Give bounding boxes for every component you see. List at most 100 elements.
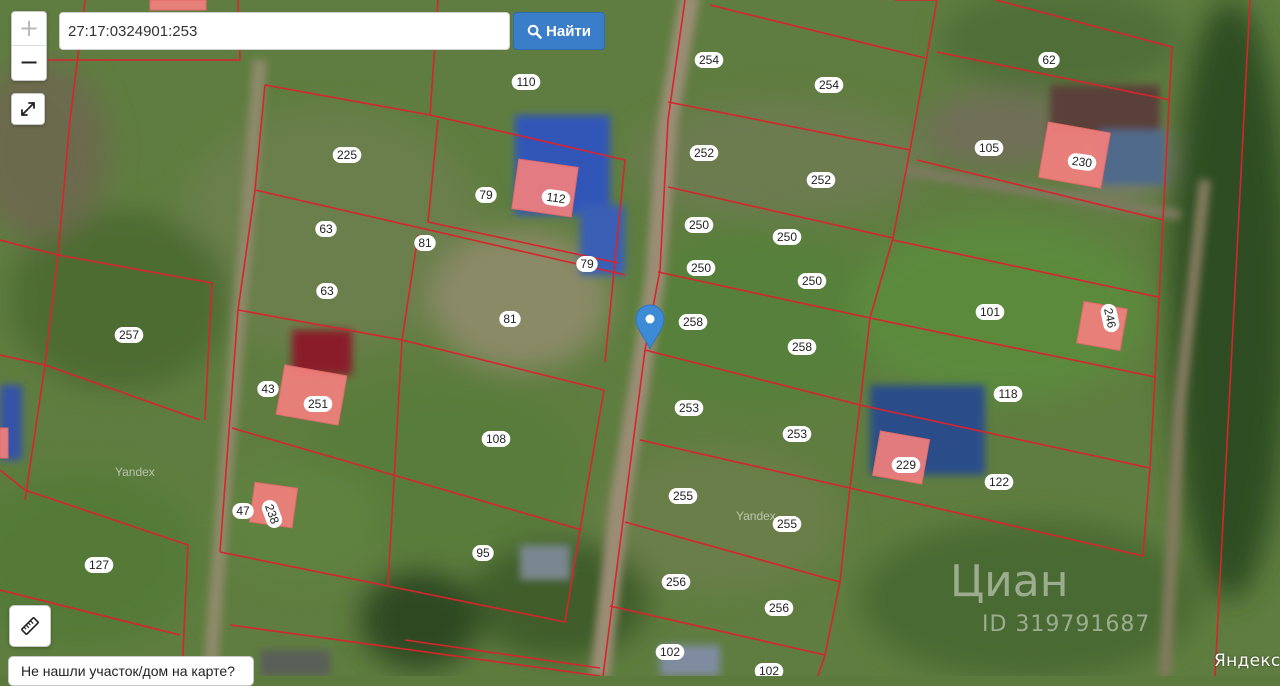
svg-text:255: 255	[777, 517, 797, 531]
svg-text:258: 258	[683, 315, 703, 329]
cian-watermark: Циан ID 319791687	[950, 556, 1151, 638]
search-button-label: Найти	[546, 22, 591, 40]
zoom-out-button[interactable]: −	[12, 46, 46, 79]
parcel-label-250[interactable]: 250	[797, 273, 827, 289]
parcel-label-257[interactable]: 257	[114, 327, 144, 343]
parcel-label-105[interactable]: 105	[974, 140, 1004, 156]
svg-text:252: 252	[811, 173, 831, 187]
svg-text:79: 79	[479, 188, 493, 202]
svg-text:102: 102	[660, 645, 680, 659]
parcel-label-127[interactable]: 127	[84, 557, 114, 573]
parcel-label-43[interactable]: 43	[257, 381, 279, 397]
expand-icon	[21, 102, 35, 116]
parcel-label-63[interactable]: 63	[316, 283, 338, 299]
parcel-label-252[interactable]: 252	[689, 145, 719, 161]
parcel-label-254[interactable]: 254	[694, 52, 724, 68]
parcel-label-251[interactable]: 251	[303, 396, 333, 412]
svg-text:62: 62	[1042, 53, 1056, 67]
svg-text:251: 251	[308, 397, 328, 411]
parcel-label-79[interactable]: 79	[475, 187, 497, 203]
parcel-label-252[interactable]: 252	[806, 172, 836, 188]
parcel-label-253[interactable]: 253	[674, 400, 704, 416]
svg-text:102: 102	[759, 664, 779, 676]
parcel-label-255[interactable]: 255	[772, 516, 802, 532]
svg-text:250: 250	[777, 230, 797, 244]
svg-text:255: 255	[673, 489, 693, 503]
svg-text:81: 81	[418, 236, 432, 250]
svg-text:257: 257	[119, 328, 139, 342]
parcel-label-102[interactable]: 102	[754, 663, 784, 676]
svg-text:254: 254	[819, 78, 839, 92]
parcel-label-256[interactable]: 256	[661, 574, 691, 590]
parcel-label-250[interactable]: 250	[686, 260, 716, 276]
svg-text:101: 101	[980, 305, 1000, 319]
parcel-label-122[interactable]: 122	[984, 474, 1014, 490]
svg-text:229: 229	[896, 458, 916, 472]
parcel-label-225[interactable]: 225	[332, 147, 362, 163]
not-found-parcel-button[interactable]: Не нашли участок/дом на карте?	[8, 656, 254, 686]
parcel-label-258[interactable]: 258	[787, 339, 817, 355]
parcel-label-95[interactable]: 95	[472, 545, 494, 561]
parcel-label-250[interactable]: 250	[684, 217, 714, 233]
parcel-label-255[interactable]: 255	[668, 488, 698, 504]
svg-text:47: 47	[236, 504, 250, 518]
svg-text:225: 225	[337, 148, 357, 162]
svg-text:118: 118	[998, 387, 1017, 401]
parcel-label-101[interactable]: 101	[975, 304, 1005, 320]
search-icon	[527, 24, 542, 39]
yandex-logo[interactable]: Яндекс	[1214, 651, 1280, 671]
parcel-label-102[interactable]: 102	[655, 644, 685, 660]
svg-text:43: 43	[261, 382, 275, 396]
svg-text:81: 81	[503, 312, 517, 326]
parcel-label-47[interactable]: 47	[232, 503, 254, 519]
building-251	[275, 364, 348, 426]
parcel-label-79[interactable]: 79	[576, 256, 598, 272]
parcel-label-81[interactable]: 81	[499, 311, 521, 327]
building-112	[511, 158, 579, 218]
svg-text:250: 250	[689, 218, 709, 232]
parcel-label-63[interactable]: 63	[315, 221, 337, 237]
parcel-label-81[interactable]: 81	[414, 235, 436, 251]
ruler-icon	[21, 617, 39, 635]
search-button[interactable]: Найти	[513, 12, 605, 50]
svg-text:256: 256	[769, 601, 789, 615]
svg-text:253: 253	[679, 401, 699, 415]
svg-text:63: 63	[320, 284, 334, 298]
svg-text:63: 63	[319, 222, 333, 236]
svg-text:110: 110	[516, 75, 535, 89]
parcel-label-256[interactable]: 256	[764, 600, 794, 616]
svg-text:230: 230	[1071, 154, 1093, 171]
parcel-label-258[interactable]: 258	[678, 314, 708, 330]
parcel-label-253[interactable]: 253	[782, 426, 812, 442]
building-partial-left	[0, 427, 9, 459]
parcel-label-229[interactable]: 229	[891, 457, 921, 473]
svg-text:256: 256	[666, 575, 686, 589]
svg-text:122: 122	[989, 475, 1009, 489]
yandex-tile-watermark: Yandex	[115, 465, 155, 479]
svg-text:250: 250	[691, 261, 711, 275]
svg-text:112: 112	[546, 190, 567, 207]
svg-text:95: 95	[476, 546, 490, 560]
svg-text:254: 254	[699, 53, 719, 67]
svg-text:252: 252	[694, 146, 714, 160]
cian-listing-id: ID 319791687	[982, 612, 1151, 637]
cadastral-search-input[interactable]	[59, 12, 510, 50]
zoom-in-button[interactable]: +	[12, 12, 46, 46]
building-partial-top	[149, 0, 207, 11]
svg-text:250: 250	[802, 274, 822, 288]
parcel-label-108[interactable]: 108	[481, 431, 511, 447]
svg-text:258: 258	[792, 340, 812, 354]
svg-text:108: 108	[486, 432, 506, 446]
parcel-label-250[interactable]: 250	[772, 229, 802, 245]
ruler-button[interactable]	[9, 605, 51, 647]
cian-logo: Циан	[950, 556, 1069, 607]
fullscreen-button[interactable]	[11, 93, 45, 125]
parcel-label-254[interactable]: 254	[814, 77, 844, 93]
svg-text:253: 253	[787, 427, 807, 441]
parcel-label-118[interactable]: 118	[993, 386, 1023, 402]
svg-text:79: 79	[580, 257, 594, 271]
parcel-label-110[interactable]: 110	[511, 74, 541, 90]
parcel-label-62[interactable]: 62	[1038, 52, 1060, 68]
yandex-tile-watermark: Yandex	[736, 509, 776, 523]
svg-text:127: 127	[89, 558, 109, 572]
